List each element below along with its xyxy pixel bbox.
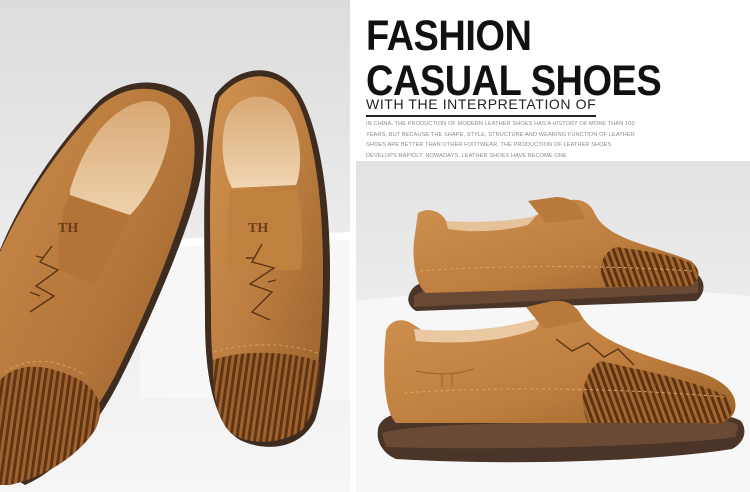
loafers-side-view-illustration bbox=[356, 161, 750, 492]
right-loafer: TH bbox=[204, 70, 330, 447]
headline: FASHION CASUAL SHOES bbox=[366, 12, 662, 104]
svg-text:TH: TH bbox=[58, 221, 78, 236]
loafers-top-view-illustration: TH TH bbox=[0, 0, 350, 492]
product-photo-side-view bbox=[356, 161, 750, 492]
description-text: IN CHINA, THE PRODUCTION OF MODERN LEATH… bbox=[366, 121, 635, 159]
product-photo-top-view: TH TH bbox=[0, 0, 350, 492]
svg-text:TH: TH bbox=[248, 221, 268, 236]
subheadline: WITH THE INTERPRETATION OF bbox=[366, 96, 597, 117]
headline-line-1: FASHION bbox=[366, 12, 532, 60]
